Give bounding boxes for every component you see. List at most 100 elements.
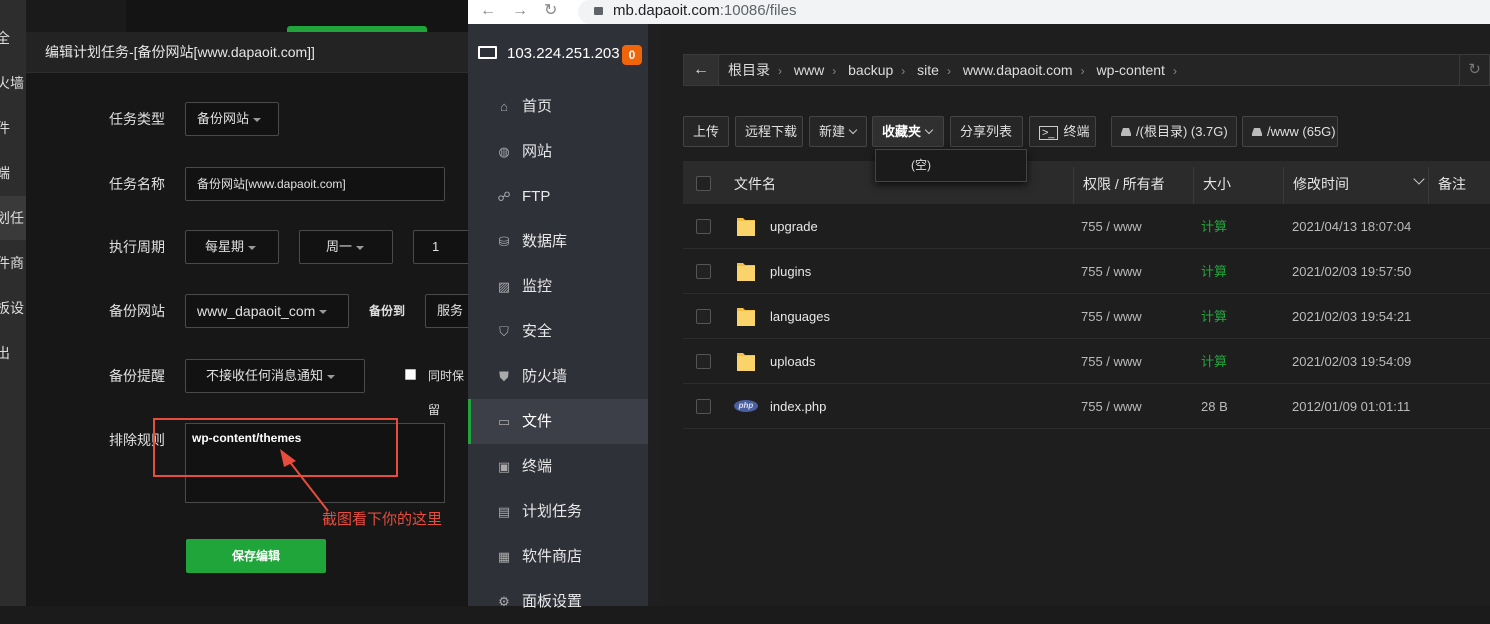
reload-icon[interactable]: ↻: [544, 2, 557, 19]
notify-select[interactable]: 不接收任何消息通知: [185, 359, 365, 393]
nav-fragment[interactable]: 火墙: [0, 61, 26, 105]
forward-arrow-icon[interactable]: →: [512, 2, 528, 19]
backup-to-label: 备份到: [369, 304, 406, 318]
share-list-button[interactable]: 分享列表: [950, 116, 1023, 147]
disk-root-button[interactable]: /(根目录) (3.7G): [1111, 116, 1237, 147]
bookmarks-button[interactable]: 收藏夹: [872, 116, 944, 147]
background-gap: [26, 0, 126, 32]
remote-download-button[interactable]: 远程下载: [735, 116, 803, 147]
table-row[interactable]: uploads 755 / www 计算 2021/02/03 19:54:09: [683, 339, 1490, 384]
upload-button[interactable]: 上传: [683, 116, 729, 147]
nav-fragment[interactable]: 件: [0, 106, 26, 150]
crumb-root[interactable]: 根目录: [728, 62, 770, 78]
file-name[interactable]: languages: [770, 294, 830, 339]
file-name[interactable]: index.php: [770, 384, 826, 429]
keep-label: 同时保留: [428, 369, 465, 417]
weekday-select[interactable]: 周一: [299, 230, 393, 264]
file-size-calc[interactable]: 计算: [1201, 249, 1227, 294]
table-row[interactable]: languages 755 / www 计算 2021/02/03 19:54:…: [683, 294, 1490, 339]
file-size-calc[interactable]: 计算: [1201, 339, 1227, 384]
sidebar-item-terminal[interactable]: ▣ 终端: [468, 444, 648, 489]
sidebar-item-settings[interactable]: ⚙ 面板设置: [468, 579, 648, 624]
sidebar-item-monitor[interactable]: ▨ 监控: [468, 264, 648, 309]
table-row[interactable]: plugins 755 / www 计算 2021/02/03 19:57:50: [683, 249, 1490, 294]
file-perm[interactable]: 755 / www: [1081, 249, 1142, 294]
file-size-calc[interactable]: 计算: [1201, 204, 1227, 249]
nav-fragment[interactable]: 件商: [0, 241, 26, 285]
backup-site-select[interactable]: www_dapaoit_com: [185, 294, 349, 328]
row-checkbox[interactable]: [696, 399, 711, 414]
caret-down-icon: [319, 310, 328, 315]
crumb-www[interactable]: www: [794, 62, 824, 78]
crumb-site[interactable]: site: [917, 62, 939, 78]
sidebar-item-ftp[interactable]: ☍ FTP: [468, 174, 648, 219]
row-checkbox[interactable]: [696, 264, 711, 279]
url-bar[interactable]: mb.dapaoit.com:10086/files: [578, 0, 1490, 24]
nav-fragment[interactable]: 划任: [0, 196, 26, 240]
terminal-icon: ▣: [497, 459, 511, 474]
hour-input[interactable]: 1: [413, 230, 468, 264]
row-checkbox[interactable]: [696, 354, 711, 369]
col-mtime[interactable]: 修改时间: [1293, 161, 1433, 204]
table-row[interactable]: php index.php 755 / www 28 B 2012/01/09 …: [683, 384, 1490, 429]
sidebar-item-cron[interactable]: ▤ 计划任务: [468, 489, 648, 534]
crumb-domain[interactable]: www.dapaoit.com: [963, 62, 1073, 78]
background-nav: 全 火墙 件 端 划任 件商 板设 出: [0, 0, 26, 606]
file-name[interactable]: plugins: [770, 249, 811, 294]
nav-fragment[interactable]: 端: [0, 151, 26, 195]
php-file-icon: php: [734, 400, 758, 412]
col-size[interactable]: 大小: [1203, 161, 1231, 204]
sidebar-item-store[interactable]: ▦ 软件商店: [468, 534, 648, 579]
sidebar-item-home[interactable]: ⌂ 首页: [468, 84, 648, 129]
lock-icon: [594, 7, 603, 15]
nav-fragment[interactable]: 出: [0, 331, 26, 375]
notification-badge[interactable]: 0: [622, 45, 642, 65]
col-note[interactable]: 备注: [1438, 161, 1466, 204]
chevron-down-icon: [924, 125, 934, 135]
breadcrumb: 根目录 › www › backup › site › www.dapaoit.com ›…: [728, 55, 1185, 85]
url-path: :10086/files: [719, 2, 797, 19]
database-icon: ⛁: [498, 234, 510, 249]
col-filename[interactable]: 文件名: [734, 161, 776, 204]
row-checkbox[interactable]: [696, 309, 711, 324]
new-button[interactable]: 新建: [809, 116, 867, 147]
file-perm[interactable]: 755 / www: [1081, 294, 1142, 339]
file-size-calc[interactable]: 计算: [1201, 294, 1227, 339]
task-type-select[interactable]: 备份网站: [185, 102, 279, 136]
sidebar-item-files[interactable]: ▭ 文件: [468, 399, 648, 444]
notify-label: 备份提醒: [109, 368, 165, 384]
sidebar-item-website[interactable]: ◍ 网站: [468, 129, 648, 174]
keep-checkbox[interactable]: [405, 369, 416, 380]
disk-www-button[interactable]: /www (65G): [1242, 116, 1338, 147]
sidebar-item-security[interactable]: ⛉ 安全: [468, 309, 648, 354]
file-perm[interactable]: 755 / www: [1081, 384, 1142, 429]
file-perm[interactable]: 755 / www: [1081, 204, 1142, 249]
col-permission[interactable]: 权限 / 所有者: [1083, 161, 1165, 204]
crumb-wp-content[interactable]: wp-content: [1096, 62, 1164, 78]
back-arrow-icon[interactable]: ←: [684, 55, 719, 85]
file-mtime: 2012/01/09 01:01:11: [1292, 399, 1411, 414]
chevron-right-icon: ›: [1172, 64, 1177, 78]
file-name[interactable]: uploads: [770, 339, 816, 384]
select-all-checkbox[interactable]: [696, 176, 711, 191]
row-checkbox[interactable]: [696, 219, 711, 234]
task-name-input[interactable]: 备份网站[www.dapaoit.com]: [185, 167, 445, 201]
back-arrow-icon[interactable]: ←: [480, 2, 496, 19]
sidebar-item-database[interactable]: ⛁ 数据库: [468, 219, 648, 264]
period-select[interactable]: 每星期: [185, 230, 279, 264]
server-header[interactable]: 103.224.251.203 0: [468, 24, 648, 84]
save-edit-button[interactable]: 保存编辑: [186, 539, 326, 573]
table-row[interactable]: upgrade 755 / www 计算 2021/04/13 18:07:04: [683, 204, 1490, 249]
backup-to-select[interactable]: 服务: [425, 294, 468, 328]
file-perm[interactable]: 755 / www: [1081, 339, 1142, 384]
file-name[interactable]: upgrade: [770, 204, 818, 249]
sidebar-item-firewall[interactable]: ⛊ 防火墙: [468, 354, 648, 399]
edit-task-modal: 编辑计划任务-[备份网站[www.dapaoit.com]] 任务类型 备份网站…: [26, 32, 468, 606]
nav-fragment[interactable]: 全: [0, 16, 26, 60]
crumb-backup[interactable]: backup: [848, 62, 893, 78]
folder-icon: [737, 353, 755, 371]
bookmarks-dropdown: (空): [875, 149, 1027, 182]
refresh-icon[interactable]: ↻: [1459, 55, 1489, 85]
nav-fragment[interactable]: 板设: [0, 286, 26, 330]
terminal-button[interactable]: >_ 终端: [1029, 116, 1096, 147]
